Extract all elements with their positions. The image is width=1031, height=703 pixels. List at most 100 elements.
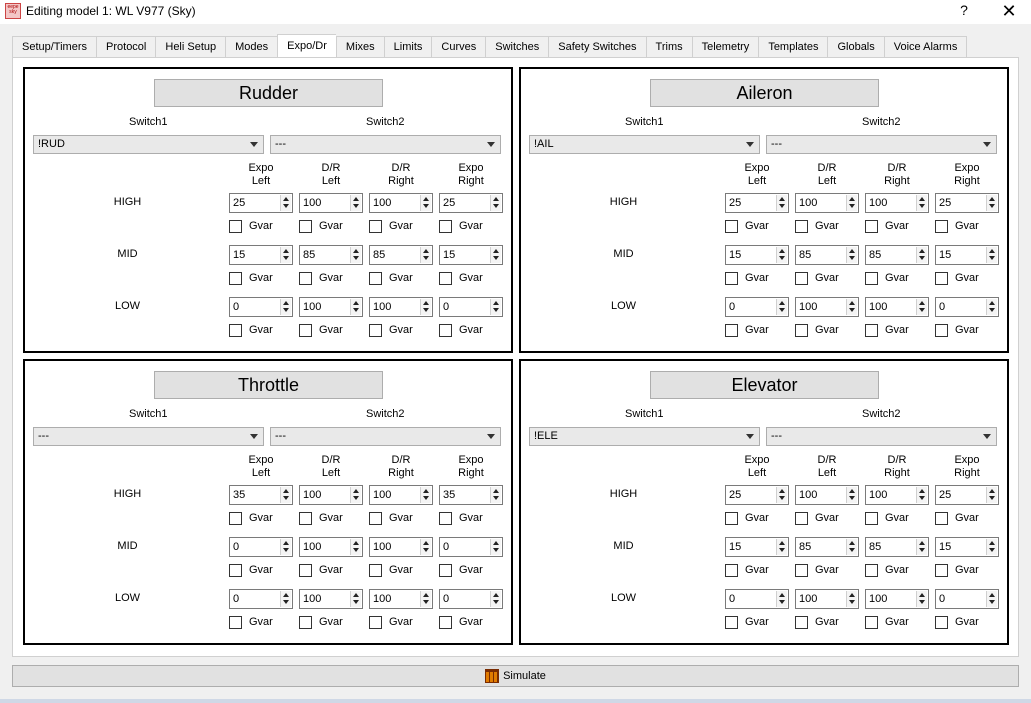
spin-buttons[interactable] <box>280 591 291 607</box>
throttle-high-dr-left-gvar-checkbox[interactable]: Gvar <box>299 511 343 525</box>
spin-buttons[interactable] <box>280 487 291 503</box>
elevator-high-dr-left-spinbox[interactable]: 100 <box>795 485 859 505</box>
checkbox-box[interactable] <box>725 563 738 577</box>
checkbox-box[interactable] <box>439 615 452 629</box>
spin-buttons[interactable] <box>280 539 291 555</box>
elevator-mid-expo-right-spinbox[interactable]: 15 <box>935 537 999 557</box>
checkbox-box[interactable] <box>439 563 452 577</box>
spin-buttons[interactable] <box>986 591 997 607</box>
spin-buttons[interactable] <box>350 487 361 503</box>
checkbox-box[interactable] <box>935 323 948 337</box>
spin-buttons[interactable] <box>846 539 857 555</box>
spin-buttons[interactable] <box>986 247 997 263</box>
checkbox-box[interactable] <box>865 511 878 525</box>
checkbox-box[interactable] <box>299 511 312 525</box>
rudder-high-dr-left-gvar-checkbox[interactable]: Gvar <box>299 219 343 233</box>
throttle-mid-expo-right-gvar-checkbox[interactable]: Gvar <box>439 563 483 577</box>
rudder-low-dr-right-gvar-checkbox[interactable]: Gvar <box>369 323 413 337</box>
rudder-switch1-select[interactable]: !RUD <box>33 135 264 154</box>
tab-safety-switches[interactable]: Safety Switches <box>548 36 646 58</box>
throttle-mid-dr-right-spinbox[interactable]: 100 <box>369 537 433 557</box>
aileron-high-expo-right-gvar-checkbox[interactable]: Gvar <box>935 219 979 233</box>
checkbox-box[interactable] <box>865 563 878 577</box>
tab-expo-dr[interactable]: Expo/Dr <box>277 34 336 58</box>
tab-limits[interactable]: Limits <box>383 36 432 58</box>
elevator-low-expo-left-spinbox[interactable]: 0 <box>725 589 789 609</box>
spin-buttons[interactable] <box>846 487 857 503</box>
checkbox-box[interactable] <box>229 511 242 525</box>
checkbox-box[interactable] <box>795 219 808 233</box>
spin-buttons[interactable] <box>350 299 361 315</box>
aileron-low-expo-right-spinbox[interactable]: 0 <box>935 297 999 317</box>
tab-curves[interactable]: Curves <box>431 36 486 58</box>
elevator-low-expo-left-gvar-checkbox[interactable]: Gvar <box>725 615 769 629</box>
spin-buttons[interactable] <box>280 247 291 263</box>
rudder-high-dr-right-spinbox[interactable]: 100 <box>369 193 433 213</box>
checkbox-box[interactable] <box>725 615 738 629</box>
elevator-mid-dr-left-spinbox[interactable]: 85 <box>795 537 859 557</box>
elevator-switch2-select[interactable]: --- <box>766 427 997 446</box>
throttle-high-expo-left-gvar-checkbox[interactable]: Gvar <box>229 511 273 525</box>
rudder-high-expo-left-spinbox[interactable]: 25 <box>229 193 293 213</box>
throttle-mid-expo-right-spinbox[interactable]: 0 <box>439 537 503 557</box>
throttle-low-dr-right-gvar-checkbox[interactable]: Gvar <box>369 615 413 629</box>
aileron-mid-expo-left-gvar-checkbox[interactable]: Gvar <box>725 271 769 285</box>
tab-voice-alarms[interactable]: Voice Alarms <box>883 36 968 58</box>
rudder-mid-expo-right-gvar-checkbox[interactable]: Gvar <box>439 271 483 285</box>
throttle-low-dr-left-gvar-checkbox[interactable]: Gvar <box>299 615 343 629</box>
checkbox-box[interactable] <box>935 271 948 285</box>
rudder-mid-expo-right-spinbox[interactable]: 15 <box>439 245 503 265</box>
throttle-mid-expo-left-gvar-checkbox[interactable]: Gvar <box>229 563 273 577</box>
elevator-mid-dr-left-gvar-checkbox[interactable]: Gvar <box>795 563 839 577</box>
rudder-low-expo-left-spinbox[interactable]: 0 <box>229 297 293 317</box>
throttle-high-expo-left-spinbox[interactable]: 35 <box>229 485 293 505</box>
spin-buttons[interactable] <box>776 487 787 503</box>
spin-buttons[interactable] <box>350 591 361 607</box>
throttle-low-dr-right-spinbox[interactable]: 100 <box>369 589 433 609</box>
checkbox-box[interactable] <box>865 615 878 629</box>
checkbox-box[interactable] <box>865 323 878 337</box>
checkbox-box[interactable] <box>229 219 242 233</box>
checkbox-box[interactable] <box>229 271 242 285</box>
checkbox-box[interactable] <box>439 323 452 337</box>
tab-trims[interactable]: Trims <box>645 36 692 58</box>
elevator-low-expo-right-spinbox[interactable]: 0 <box>935 589 999 609</box>
rudder-low-expo-right-spinbox[interactable]: 0 <box>439 297 503 317</box>
checkbox-box[interactable] <box>935 615 948 629</box>
tab-modes[interactable]: Modes <box>225 36 278 58</box>
rudder-mid-expo-left-gvar-checkbox[interactable]: Gvar <box>229 271 273 285</box>
elevator-high-expo-right-spinbox[interactable]: 25 <box>935 485 999 505</box>
rudder-high-expo-right-gvar-checkbox[interactable]: Gvar <box>439 219 483 233</box>
aileron-mid-dr-right-spinbox[interactable]: 85 <box>865 245 929 265</box>
aileron-low-expo-left-spinbox[interactable]: 0 <box>725 297 789 317</box>
aileron-high-expo-left-gvar-checkbox[interactable]: Gvar <box>725 219 769 233</box>
spin-buttons[interactable] <box>776 195 787 211</box>
aileron-high-dr-left-spinbox[interactable]: 100 <box>795 193 859 213</box>
checkbox-box[interactable] <box>299 323 312 337</box>
checkbox-box[interactable] <box>725 511 738 525</box>
tab-protocol[interactable]: Protocol <box>96 36 156 58</box>
checkbox-box[interactable] <box>795 271 808 285</box>
elevator-mid-expo-right-gvar-checkbox[interactable]: Gvar <box>935 563 979 577</box>
spin-buttons[interactable] <box>986 487 997 503</box>
spin-buttons[interactable] <box>916 247 927 263</box>
spin-buttons[interactable] <box>986 299 997 315</box>
checkbox-box[interactable] <box>725 219 738 233</box>
spin-buttons[interactable] <box>490 487 501 503</box>
spin-buttons[interactable] <box>846 299 857 315</box>
throttle-low-dr-left-spinbox[interactable]: 100 <box>299 589 363 609</box>
checkbox-box[interactable] <box>299 615 312 629</box>
spin-buttons[interactable] <box>846 247 857 263</box>
rudder-low-expo-right-gvar-checkbox[interactable]: Gvar <box>439 323 483 337</box>
checkbox-box[interactable] <box>935 219 948 233</box>
spin-buttons[interactable] <box>846 591 857 607</box>
rudder-low-dr-right-spinbox[interactable]: 100 <box>369 297 433 317</box>
spin-buttons[interactable] <box>420 591 431 607</box>
aileron-low-expo-left-gvar-checkbox[interactable]: Gvar <box>725 323 769 337</box>
checkbox-box[interactable] <box>725 271 738 285</box>
spin-buttons[interactable] <box>490 299 501 315</box>
throttle-high-dr-right-gvar-checkbox[interactable]: Gvar <box>369 511 413 525</box>
spin-buttons[interactable] <box>986 539 997 555</box>
spin-buttons[interactable] <box>776 591 787 607</box>
help-button[interactable]: ? <box>955 2 973 20</box>
